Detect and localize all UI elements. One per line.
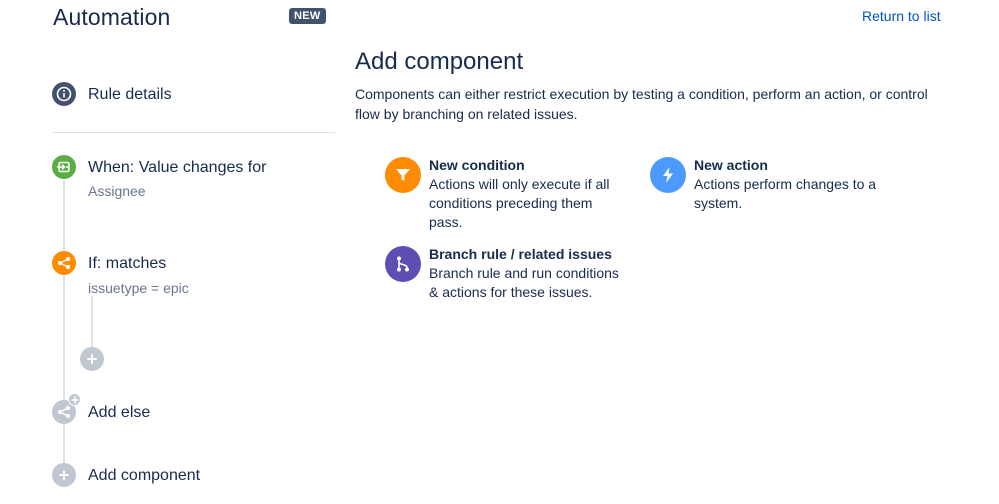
new-condition-option[interactable]: New condition Actions will only execute … bbox=[385, 157, 625, 237]
condition-expression: issuetype = epic bbox=[88, 280, 189, 296]
panel-description: Components can either restrict execution… bbox=[355, 86, 928, 122]
sidebar-divider bbox=[52, 132, 335, 133]
plus-icon[interactable] bbox=[52, 463, 76, 487]
funnel-icon bbox=[385, 157, 421, 193]
info-icon[interactable] bbox=[52, 82, 76, 106]
trigger-field: Assignee bbox=[88, 183, 146, 199]
trigger-icon[interactable] bbox=[52, 155, 76, 179]
new-badge: NEW bbox=[289, 8, 326, 24]
plus-icon bbox=[68, 393, 81, 406]
flow-connector bbox=[63, 179, 65, 251]
trigger-label[interactable]: When: Value changes for bbox=[88, 159, 266, 177]
option-title: New action bbox=[694, 157, 768, 173]
add-branch-component-button[interactable] bbox=[80, 347, 104, 371]
flow-connector bbox=[63, 424, 65, 463]
branch-share-icon[interactable] bbox=[52, 251, 76, 275]
flow-connector bbox=[63, 275, 65, 400]
page-title: Automation bbox=[53, 4, 171, 30]
flow-connector bbox=[91, 296, 93, 347]
branch-rule-option[interactable]: Branch rule / related issues Branch rule… bbox=[385, 246, 625, 306]
panel-title: Add component bbox=[355, 48, 524, 75]
rule-details-label[interactable]: Rule details bbox=[88, 86, 172, 104]
return-to-list-link[interactable]: Return to list bbox=[862, 8, 941, 24]
option-description: Branch rule and run conditions & actions… bbox=[429, 265, 619, 300]
option-title: Branch rule / related issues bbox=[429, 246, 612, 262]
add-component-button[interactable]: Add component bbox=[88, 467, 200, 485]
lightning-bolt-icon bbox=[650, 157, 686, 193]
add-else-button[interactable]: Add else bbox=[88, 404, 150, 422]
condition-label[interactable]: If: matches bbox=[88, 255, 166, 273]
option-title: New condition bbox=[429, 157, 525, 173]
new-action-option[interactable]: New action Actions perform changes to a … bbox=[650, 157, 890, 217]
option-description: Actions will only execute if all conditi… bbox=[429, 176, 610, 230]
option-description: Actions perform changes to a system. bbox=[694, 176, 877, 211]
branch-icon bbox=[385, 246, 421, 282]
